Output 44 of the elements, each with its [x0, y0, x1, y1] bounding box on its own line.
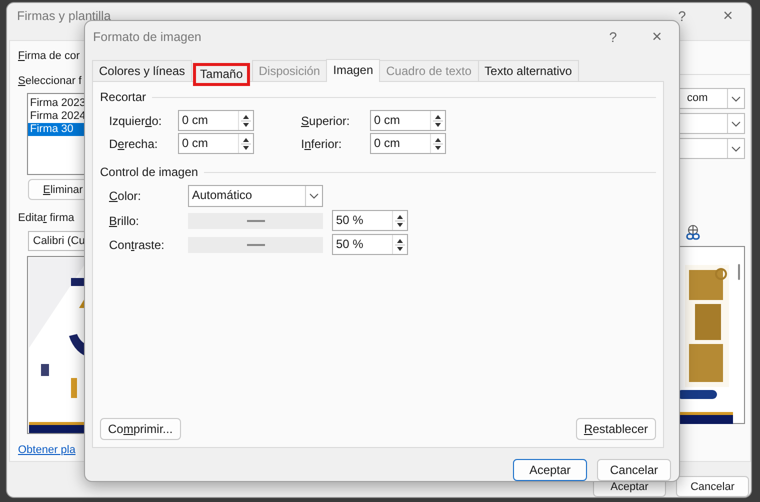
close-button[interactable]: ×	[635, 26, 679, 47]
spin-button[interactable]	[238, 111, 253, 130]
chevron-down-icon	[731, 146, 741, 152]
field-label: Inferior:	[300, 136, 343, 151]
chevron-down-icon	[731, 120, 741, 126]
field-label: Izquierdo:	[109, 114, 163, 128]
dialog-button[interactable]: Aceptar	[513, 459, 587, 481]
window-title: Firmas y plantilla	[17, 9, 112, 23]
field-label: Derecha:	[109, 136, 159, 151]
spin-button[interactable]	[430, 134, 445, 154]
chevron-down-icon	[309, 193, 319, 200]
scrollbar-thumb[interactable]	[738, 264, 740, 280]
field-label: Superior:	[300, 114, 351, 128]
spin-field[interactable]: 0 cm	[178, 110, 254, 132]
reset-button[interactable]: Restablecer	[576, 418, 656, 440]
templates-link[interactable]: Obtener pla	[18, 444, 76, 456]
help-button[interactable]: ?	[659, 8, 705, 24]
tab[interactable]: Imagen	[326, 59, 380, 82]
spin-field[interactable]: 0 cm	[370, 133, 446, 154]
window-title: Formato de imagen	[93, 30, 202, 44]
tab[interactable]: Colores y líneas	[92, 60, 192, 82]
help-button[interactable]: ?	[591, 28, 635, 45]
spin-field[interactable]: 0 cm	[178, 133, 254, 154]
close-button[interactable]: ×	[705, 6, 751, 26]
tab[interactable]: Texto alternativo	[478, 60, 579, 82]
spin-field[interactable]: 0 cm	[370, 110, 446, 132]
section-label: Editar firma	[18, 211, 74, 225]
spin-button[interactable]	[238, 134, 253, 154]
section-title: Control de imagen	[100, 165, 198, 180]
spin-button[interactable]	[392, 235, 407, 254]
section-title: Recortar	[100, 90, 146, 104]
spin-button[interactable]	[430, 111, 445, 130]
field-label: Brillo:	[109, 214, 140, 228]
link-icon[interactable]	[686, 225, 700, 241]
field-label: Seleccionar f	[18, 74, 82, 88]
compress-button[interactable]: Comprimir...	[100, 418, 181, 440]
chevron-down-icon	[731, 96, 741, 102]
tab-label[interactable]: Firma de cor	[18, 49, 80, 63]
spin-button[interactable]	[392, 211, 407, 230]
field-label: Contraste:	[109, 238, 166, 252]
dialog-button[interactable]: Cancelar	[676, 476, 749, 497]
color-dropdown[interactable]: Automático	[188, 185, 323, 208]
dialog-button[interactable]: Cancelar	[597, 459, 671, 481]
tab[interactable]: Tamaño	[193, 63, 250, 86]
